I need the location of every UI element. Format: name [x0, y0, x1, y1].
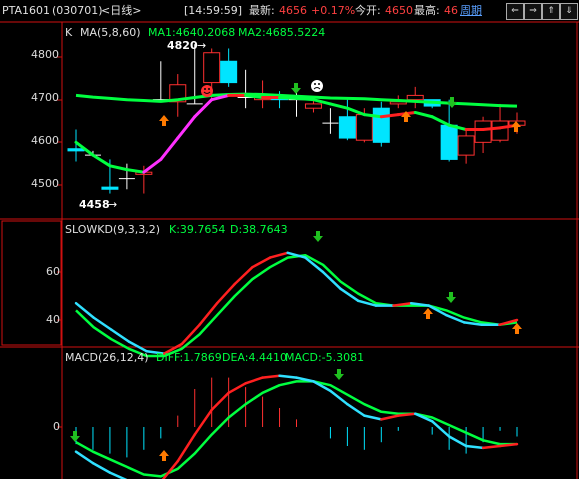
candle-body [220, 60, 238, 84]
y-tick-4500: 4500 [31, 177, 59, 190]
sell-arrow-icon [447, 97, 457, 108]
candle-body [457, 135, 475, 156]
ma2-value: MA2:4685.5224 [238, 26, 326, 39]
buy-arrow-icon [512, 323, 522, 334]
k-label: K [65, 26, 73, 39]
face-eye [314, 83, 316, 85]
face-eye [204, 88, 206, 90]
macd-bars-layer [75, 377, 518, 458]
candle-body [203, 52, 221, 84]
ma1-segment [278, 96, 298, 100]
candle-body [355, 114, 373, 141]
ma1-segment [362, 113, 383, 119]
ma1-segment [108, 164, 129, 172]
candle-body [67, 148, 85, 152]
buy-arrow-icon [159, 115, 169, 126]
ma1-segment [328, 102, 349, 110]
smile-face-icon [201, 85, 213, 97]
kd-k-segment [251, 256, 272, 269]
face-eye [208, 88, 210, 90]
ma1-value: MA1:4640.2068 [148, 26, 236, 39]
macd-diff-segment [210, 391, 230, 412]
sad-face-icon [311, 80, 323, 92]
kd-y-tick-40: 40 [46, 313, 60, 326]
chart-canvas[interactable] [0, 0, 579, 479]
kd-lines-layer [74, 251, 519, 358]
ma1-segment [379, 113, 400, 119]
macd-diff-segment [74, 450, 95, 465]
ma1-segment [91, 153, 112, 168]
kd-k-segment [74, 301, 95, 319]
macd-diff-segment [447, 435, 468, 448]
kd-k-value: K:39.7654 [169, 223, 226, 236]
macd-diff-segment [363, 414, 383, 421]
candle-body [101, 186, 119, 190]
macd-dea-line [75, 380, 517, 478]
macd-diff-segment [346, 402, 366, 417]
ma1-segment [176, 115, 197, 140]
buy-arrow-icon [423, 308, 433, 319]
ma1-segment [345, 106, 366, 117]
macd-diff-segment [244, 376, 264, 385]
buy-arrow-icon [159, 450, 169, 461]
candle-body [474, 120, 492, 143]
macd-diff-segment [91, 461, 112, 474]
macd-params-label: MACD(26,12,4) [65, 351, 149, 364]
kd-y-tick-60: 60 [46, 265, 60, 278]
ma1-segment [125, 168, 146, 174]
macd-dea-value: DEA:4.4410 [222, 351, 287, 364]
min-price-label: 4458 [79, 198, 110, 211]
macd-diff-segment [278, 374, 298, 379]
max-arrow-icon: → [197, 39, 207, 52]
kd-k-segment [198, 301, 219, 327]
ma1-segment [244, 93, 265, 100]
y-tick-4800: 4800 [31, 48, 59, 61]
min-arrow-icon: → [108, 198, 118, 211]
face-eye [318, 83, 320, 85]
ma1-segment [142, 157, 163, 174]
macd-diff-segment [261, 374, 281, 379]
macd-diff-segment [481, 444, 502, 450]
sell-arrow-icon [446, 292, 456, 303]
candle-body [440, 124, 458, 160]
ma1-segment [430, 115, 451, 127]
ma1-segment [295, 96, 315, 102]
macd-diff-segment [193, 408, 213, 436]
kd-d-line [75, 253, 518, 358]
ma1-segment [193, 98, 214, 119]
macd-macd-value: MACD:-5.3081 [285, 351, 365, 364]
macd-diff-segment [464, 444, 485, 450]
y-tick-4700: 4700 [31, 91, 59, 104]
candle-body [372, 107, 390, 143]
kd-d-value: D:38.7643 [230, 223, 288, 236]
max-price-label: 4820 [167, 39, 198, 52]
sell-arrow-icon [334, 369, 344, 380]
ma-params-label: MA(5,8,60) [80, 26, 141, 39]
kd-k-segment [268, 251, 289, 259]
candle-body [406, 94, 424, 101]
macd-y-tick-0: 0 [53, 420, 60, 433]
sell-arrow-icon [291, 83, 301, 94]
kd-side-box [1, 220, 62, 346]
candle-body [338, 116, 356, 139]
sell-arrow-icon [313, 231, 323, 242]
macd-diff-value: DIFF:1.7869 [156, 351, 222, 364]
ma1-segment [481, 126, 502, 132]
macd-diff-segment [227, 382, 247, 395]
candle-body [491, 120, 509, 141]
ma1-segment [413, 110, 434, 119]
sell-arrow-icon [70, 431, 80, 442]
macd-lines-layer [74, 374, 519, 479]
candle-body [304, 103, 322, 109]
kd-params-label: SLOWKD(9,3,3,2) [65, 223, 161, 236]
macd-diff-segment [108, 471, 128, 479]
ma1-segment [159, 136, 180, 161]
y-tick-4600: 4600 [31, 134, 59, 147]
macd-diff-segment [380, 414, 400, 421]
ma1-segment [311, 98, 332, 106]
